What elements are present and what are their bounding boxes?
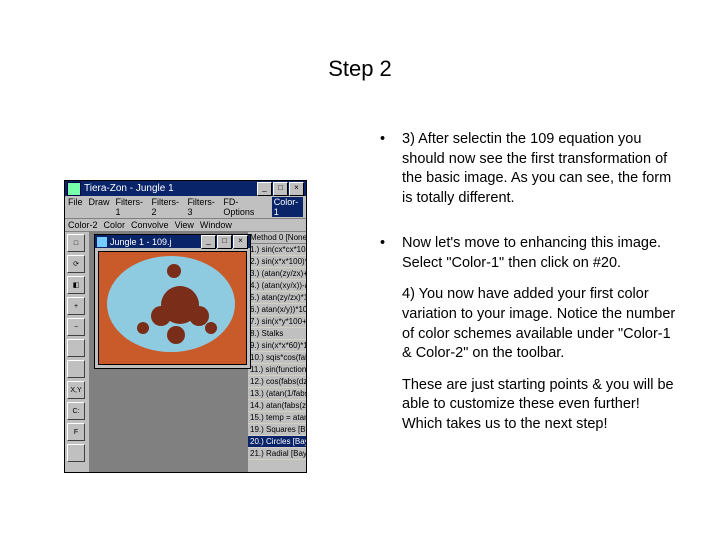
menu-draw[interactable]: Draw [89, 197, 110, 217]
workspace: Jungle 1 - 109.j _ □ × [90, 232, 247, 472]
tool-button-1[interactable]: ⟳ [67, 255, 85, 273]
tool-button-6[interactable] [67, 360, 85, 378]
app-screenshot: Tiera-Zon - Jungle 1 _ □ × File Draw Filte… [64, 180, 307, 473]
menu-fd-options[interactable]: FD-Options [223, 197, 265, 217]
tool-button-9[interactable]: F [67, 423, 85, 441]
maximize-button[interactable]: □ [273, 182, 288, 196]
color-list-item[interactable]: 3.) (atan(zy/zx)+ata [248, 268, 306, 280]
color-list-item[interactable]: 9.) sin(x*x*60)*10( [248, 340, 306, 352]
menu-color-1[interactable]: Color-1 [272, 197, 303, 217]
menu-convolve[interactable]: Convolve [131, 220, 169, 230]
menu-color-2[interactable]: Color-2 [68, 220, 98, 230]
color-list-item[interactable]: 8.) Stalks [248, 328, 306, 340]
minimize-button[interactable]: _ [257, 182, 272, 196]
note-item: •3) After selectin the 109 equation you … [380, 130, 680, 220]
window-title-text: Tiera-Zon - Jungle 1 [84, 183, 174, 194]
bullet-icon: • [380, 234, 402, 446]
menubar-2: Color-2 Color Convolve View Window [65, 219, 306, 232]
color-list-header: Method 0 [None] [248, 232, 306, 244]
menu-window[interactable]: Window [200, 220, 232, 230]
tool-button-8[interactable]: C: [67, 402, 85, 420]
tool-button-0[interactable]: □ [67, 234, 85, 252]
menu-color[interactable]: Color [104, 220, 126, 230]
image-window: Jungle 1 - 109.j _ □ × [94, 234, 251, 369]
color-list-item[interactable]: 20.) Circles [Bay f [248, 436, 306, 448]
inner-close-button[interactable]: × [233, 235, 248, 249]
color-list-item[interactable]: 13.) (atan(1/fabs( [248, 388, 306, 400]
tool-column: □ ⟳ ◧ + − X,Y C: F [65, 232, 90, 472]
tool-button-5[interactable] [67, 339, 85, 357]
menu-view[interactable]: View [175, 220, 194, 230]
tool-button-10[interactable] [67, 444, 85, 462]
fractal-canvas [98, 251, 247, 365]
tool-button-2[interactable]: ◧ [67, 276, 85, 294]
tool-button-3[interactable]: + [67, 297, 85, 315]
tool-button-7[interactable]: X,Y [67, 381, 85, 399]
page-title: Step 2 [0, 56, 720, 82]
color-list-item[interactable]: 1.) sin(cx*cx*100) [248, 244, 306, 256]
color-list-item[interactable]: 19.) Squares [Bay [248, 424, 306, 436]
tool-button-4[interactable]: − [67, 318, 85, 336]
note-text: Now let's move to enhancing this image. … [402, 234, 680, 446]
image-window-title: Jungle 1 - 109.j [110, 237, 172, 247]
color-list-item[interactable]: 2.) sin(x*x*100)*sin( [248, 256, 306, 268]
color-list-item[interactable]: 15.) temp = atan(1 [248, 412, 306, 424]
menu-file[interactable]: File [68, 197, 83, 217]
inner-max-button[interactable]: □ [217, 235, 232, 249]
color-list-panel: Method 0 [None] 1.) sin(cx*cx*100)2.) si… [247, 232, 306, 472]
close-button[interactable]: × [289, 182, 304, 196]
color-list-item[interactable]: 6.) atan(x/y))*10*b [248, 304, 306, 316]
note-item: •Now let's move to enhancing this image.… [380, 234, 680, 446]
app-icon [67, 182, 81, 196]
color-list-item[interactable]: 12.) cos(fabs(dzx- [248, 376, 306, 388]
note-text: 3) After selectin the 109 equation you s… [402, 130, 680, 220]
color-list-item[interactable]: 21.) Radial [Bay f [248, 448, 306, 460]
color-list-item[interactable]: 7.) sin(x*y*100+cs [248, 316, 306, 328]
document-icon [97, 237, 107, 247]
menu-filters-2[interactable]: Filters-2 [151, 197, 181, 217]
color-list-item[interactable]: 14.) atan(fabs(z.re [248, 400, 306, 412]
menubar: File Draw Filters-1Filters-2 Filters-3 FD-Op… [65, 196, 306, 219]
menu-filters-3[interactable]: Filters-3 [187, 197, 217, 217]
color-list-item[interactable]: 4.) (atan(xy/x))-atan [248, 280, 306, 292]
color-list-item[interactable]: 5.) atan(zy/zx)*100* [248, 292, 306, 304]
window-titlebar: Tiera-Zon - Jungle 1 _ □ × [65, 181, 306, 196]
bullet-icon: • [380, 130, 402, 220]
color-list-item[interactable]: 10.) sqis*cos(fabs(dzx [248, 352, 306, 364]
notes-block: •3) After selectin the 109 equation you … [380, 130, 680, 460]
menu-filters-1[interactable]: Filters-1 [116, 197, 146, 217]
color-list-item[interactable]: 11.) sin(function)*1 [248, 364, 306, 376]
inner-min-button[interactable]: _ [201, 235, 216, 249]
